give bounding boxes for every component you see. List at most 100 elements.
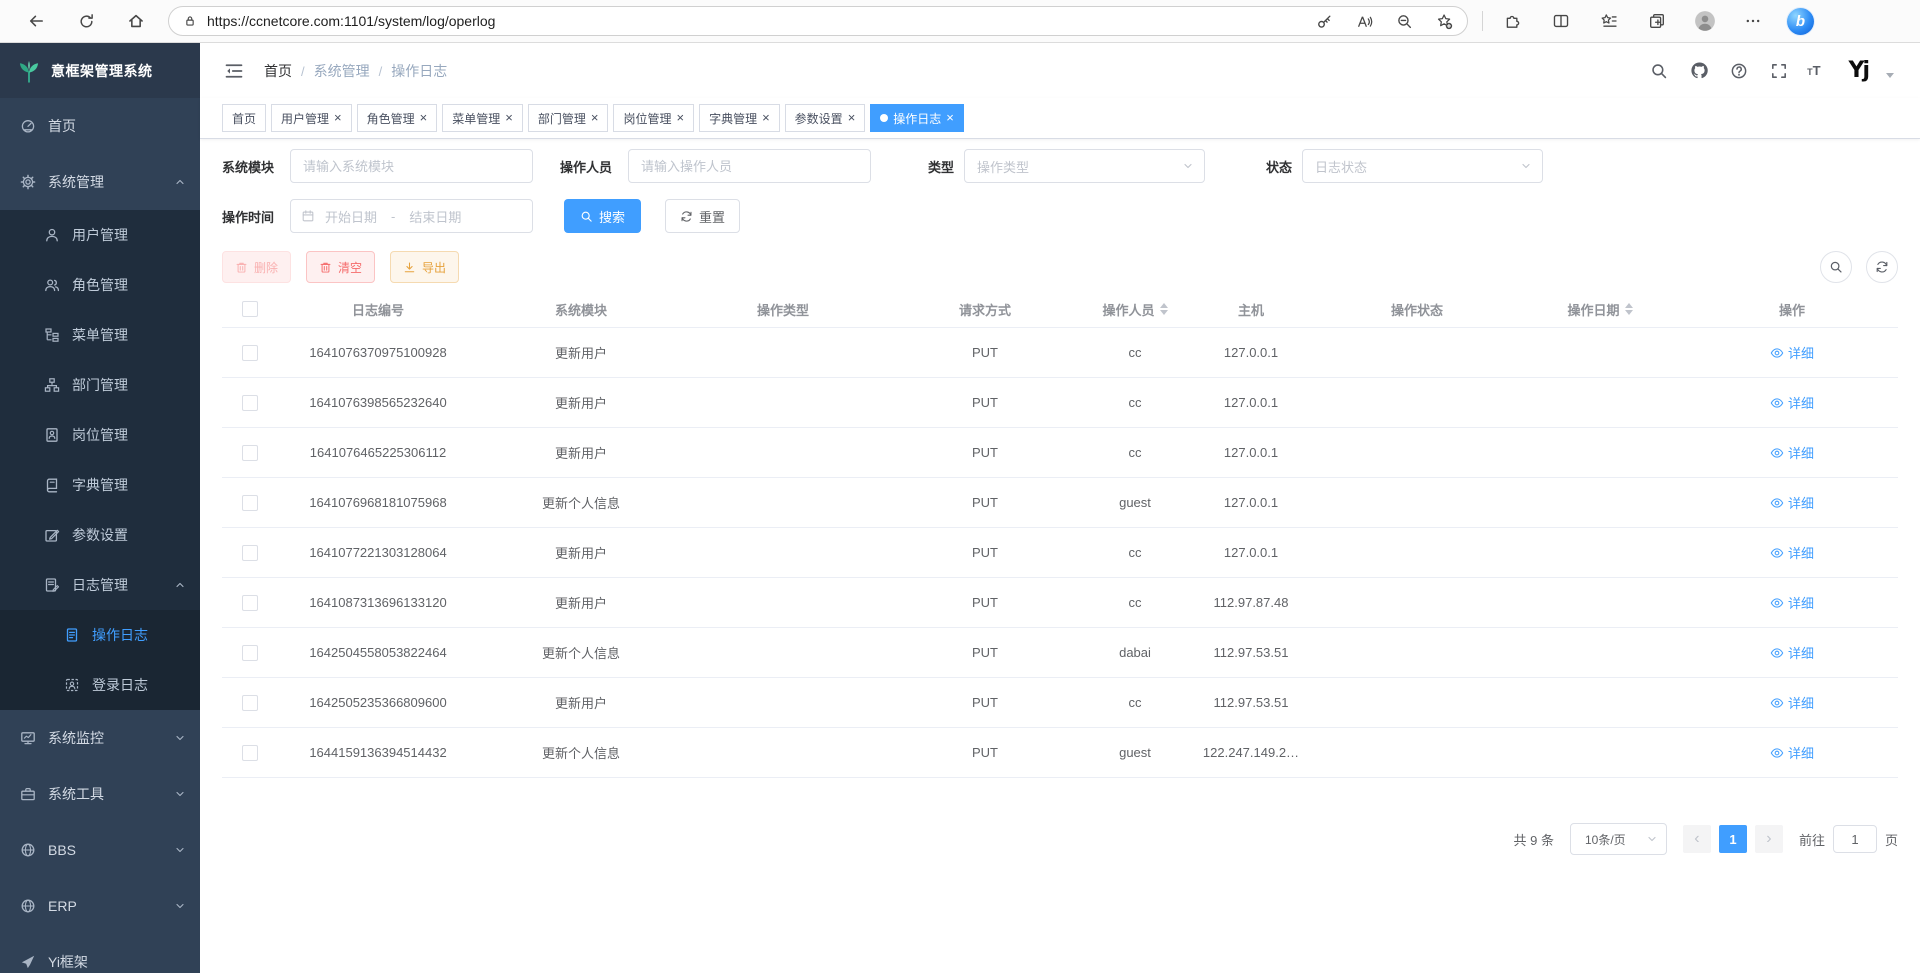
detail-link[interactable]: 详细 (1770, 693, 1814, 712)
sidebar-item[interactable]: 角色管理 (0, 260, 200, 310)
module-input[interactable] (290, 149, 533, 183)
close-icon[interactable] (762, 111, 770, 125)
tab[interactable]: 参数设置 (785, 104, 866, 132)
sidebar-item[interactable]: 用户管理 (0, 210, 200, 260)
detail-link[interactable]: 详细 (1770, 493, 1814, 512)
select-all-checkbox[interactable] (242, 301, 258, 317)
close-icon[interactable] (334, 111, 342, 125)
address-bar[interactable]: https://ccnetcore.com:1101/system/log/op… (168, 6, 1468, 36)
row-checkbox[interactable] (242, 595, 258, 611)
current-page-button[interactable]: 1 (1719, 825, 1747, 853)
detail-link[interactable]: 详细 (1770, 393, 1814, 412)
refresh-table-button[interactable] (1866, 251, 1898, 283)
detail-link[interactable]: 详细 (1770, 343, 1814, 362)
tab[interactable]: 字典管理 (699, 104, 780, 132)
close-icon[interactable] (420, 111, 428, 125)
next-page-button[interactable] (1755, 825, 1783, 853)
date-end-placeholder[interactable]: 结束日期 (409, 207, 461, 226)
row-checkbox[interactable] (242, 495, 258, 511)
row-checkbox[interactable] (242, 395, 258, 411)
sidebar-item[interactable]: 操作日志 (0, 610, 200, 660)
zoom-out-icon[interactable] (1391, 8, 1417, 34)
fullscreen-icon[interactable] (1767, 59, 1791, 83)
user-dropdown-caret[interactable] (1886, 73, 1894, 78)
collections-icon[interactable] (1643, 7, 1671, 35)
show-search-button[interactable] (1820, 251, 1852, 283)
url-text[interactable]: https://ccnetcore.com:1101/system/log/op… (207, 13, 1297, 29)
reset-button[interactable]: 重置 (665, 199, 740, 233)
font-size-icon[interactable]: TT (1807, 63, 1820, 78)
sidebar-item[interactable]: 参数设置 (0, 510, 200, 560)
row-checkbox[interactable] (242, 345, 258, 361)
copilot-icon[interactable]: b (1787, 8, 1814, 35)
back-button[interactable] (22, 7, 50, 35)
sidebar-item[interactable]: 系统管理 (0, 154, 200, 210)
operator-input[interactable] (628, 149, 871, 183)
export-button[interactable]: 导出 (390, 251, 459, 283)
sidebar-item[interactable]: BBS (0, 822, 200, 878)
sidebar-item[interactable]: 岗位管理 (0, 410, 200, 460)
sidebar-item[interactable]: 日志管理 (0, 560, 200, 610)
page-size-select[interactable]: 10条/页 (1570, 823, 1667, 855)
read-aloud-icon[interactable] (1351, 8, 1377, 34)
detail-link[interactable]: 详细 (1770, 443, 1814, 462)
sidebar-item[interactable]: 系统工具 (0, 766, 200, 822)
tab[interactable]: 首页 (222, 104, 266, 132)
search-icon[interactable] (1647, 59, 1671, 83)
close-icon[interactable] (848, 111, 856, 125)
browser-menu-icon[interactable] (1739, 7, 1767, 35)
breadcrumb-system[interactable]: 系统管理 (314, 61, 370, 81)
tab[interactable]: 菜单管理 (442, 104, 523, 132)
date-range-picker[interactable]: 开始日期 - 结束日期 (290, 199, 533, 233)
add-favorite-icon[interactable] (1431, 8, 1457, 34)
tab[interactable]: 角色管理 (357, 104, 438, 132)
close-icon[interactable] (505, 111, 513, 125)
breadcrumb-home[interactable]: 首页 (264, 61, 292, 81)
type-select[interactable]: 操作类型 (964, 149, 1205, 183)
tab[interactable]: 岗位管理 (613, 104, 694, 132)
sidebar-item[interactable]: 系统监控 (0, 710, 200, 766)
goto-page-input[interactable] (1833, 825, 1877, 853)
sidebar-item[interactable]: 首页 (0, 98, 200, 154)
user-logo[interactable]: Yj (1849, 58, 1868, 83)
close-icon[interactable] (676, 111, 684, 125)
close-icon[interactable] (591, 111, 599, 125)
split-screen-icon[interactable] (1547, 7, 1575, 35)
profile-avatar[interactable] (1691, 7, 1719, 35)
menu-fold-icon[interactable] (222, 59, 246, 83)
sidebar-item[interactable]: ERP (0, 878, 200, 934)
detail-link[interactable]: 详细 (1770, 743, 1814, 762)
sidebar-item[interactable]: Yi框架 (0, 934, 200, 973)
github-icon[interactable] (1687, 59, 1711, 83)
tab[interactable]: 操作日志 (870, 104, 964, 132)
close-icon[interactable] (946, 111, 954, 125)
refresh-button[interactable] (72, 7, 100, 35)
prev-page-button[interactable] (1683, 825, 1711, 853)
help-icon[interactable] (1727, 59, 1751, 83)
sidebar-item[interactable]: 菜单管理 (0, 310, 200, 360)
search-button[interactable]: 搜索 (564, 199, 641, 233)
row-checkbox[interactable] (242, 745, 258, 761)
row-checkbox[interactable] (242, 545, 258, 561)
sidebar-item[interactable]: 登录日志 (0, 660, 200, 710)
tab[interactable]: 用户管理 (271, 104, 352, 132)
password-key-icon[interactable] (1311, 8, 1337, 34)
sort-carets[interactable] (1625, 303, 1633, 315)
sort-carets[interactable] (1160, 303, 1168, 315)
favorites-bar-icon[interactable] (1595, 7, 1623, 35)
row-checkbox[interactable] (242, 445, 258, 461)
row-checkbox[interactable] (242, 695, 258, 711)
detail-link[interactable]: 详细 (1770, 543, 1814, 562)
home-button[interactable] (122, 7, 150, 35)
detail-link[interactable]: 详细 (1770, 643, 1814, 662)
extensions-icon[interactable] (1499, 7, 1527, 35)
detail-link[interactable]: 详细 (1770, 593, 1814, 612)
sidebar-item[interactable]: 部门管理 (0, 360, 200, 410)
status-select[interactable]: 日志状态 (1302, 149, 1543, 183)
row-checkbox[interactable] (242, 645, 258, 661)
sidebar-item[interactable]: 字典管理 (0, 460, 200, 510)
delete-button[interactable]: 删除 (222, 251, 291, 283)
date-start-placeholder[interactable]: 开始日期 (325, 207, 377, 226)
clear-button[interactable]: 清空 (306, 251, 375, 283)
tab[interactable]: 部门管理 (528, 104, 609, 132)
